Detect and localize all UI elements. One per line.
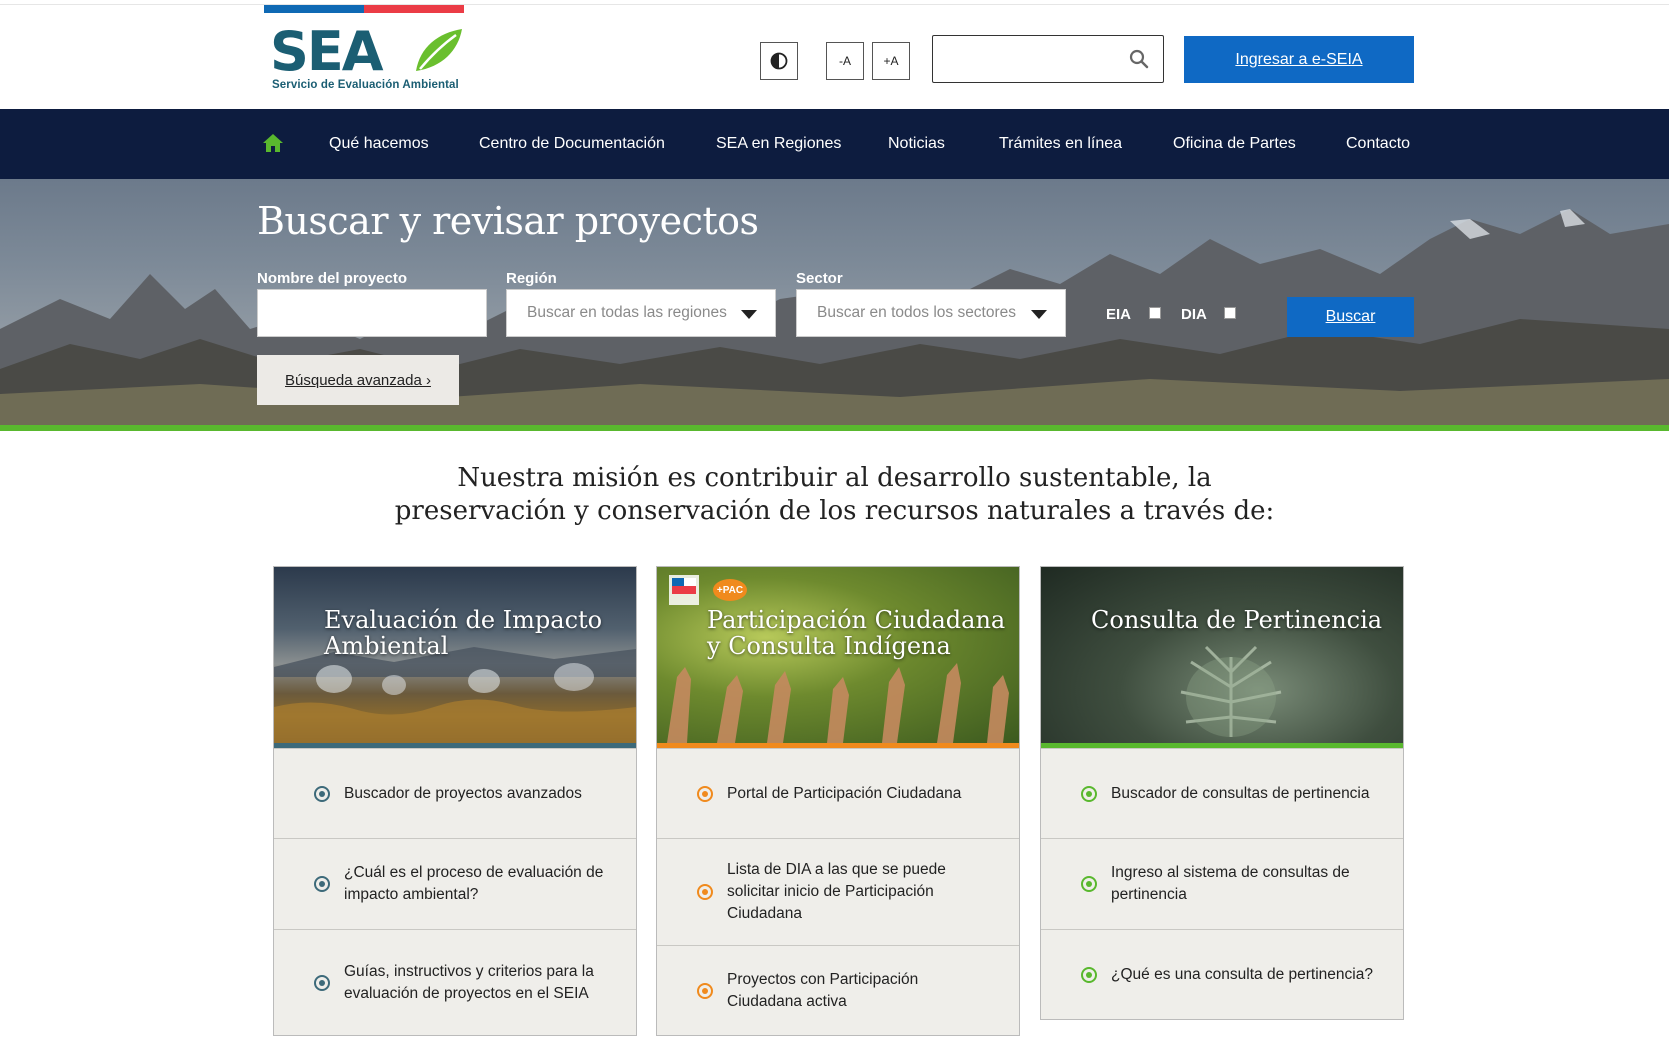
card-link-label: Guías, instructivos y criterios para la … [344,962,594,1002]
nav-item-contacto[interactable]: Contacto [1346,109,1410,179]
mission-line-1: Nuestra misión es contribuir al desarrol… [457,463,1212,493]
card-link[interactable]: ¿Cuál es el proceso de evaluación de imp… [274,838,636,929]
flag-stripe [264,5,464,13]
contrast-icon [770,52,788,70]
nav-item-que-hacemos[interactable]: Qué hacemos [329,109,429,179]
ingresar-eseia-button[interactable]: Ingresar a e-SEIA [1184,36,1414,83]
project-name-input[interactable] [257,289,487,337]
card-link[interactable]: Portal de Participación Ciudadana [657,748,1019,838]
card-title: Evaluación de Impacto Ambiental [324,606,603,660]
circle-bullet-icon [697,982,713,999]
project-search-hero: Buscar y revisar proyectos Nombre del pr… [0,179,1669,425]
card-link-label: ¿Cuál es el proceso de evaluación de imp… [344,864,604,903]
card-link[interactable]: Proyectos con Participación Ciudadana ac… [657,945,1019,1035]
circle-bullet-icon [1081,966,1097,983]
nav-item-oficina-partes[interactable]: Oficina de Partes [1173,109,1296,179]
card-link-label: Proyectos con Participación Ciudadana ac… [727,970,919,1010]
dia-label: DIA [1181,306,1207,323]
eia-label: EIA [1106,306,1132,323]
card-link[interactable]: ¿Qué es una consulta de pertinencia? [1041,929,1403,1019]
logo-wordmark: SEA [270,20,384,83]
region-select[interactable]: Buscar en todas las regiones [506,289,776,337]
nav-item-centro-documentacion[interactable]: Centro de Documentación [479,109,665,179]
circle-bullet-icon [314,876,330,892]
nav-item-sea-regiones[interactable]: SEA en Regiones [716,109,841,179]
advanced-search-button[interactable]: Búsqueda avanzada › [257,355,459,405]
font-increase-button[interactable]: +A [872,42,910,80]
chevron-down-icon [1031,310,1047,319]
card-link-label: Lista de DIA a las que se puede solicita… [727,861,946,922]
region-label: Región [506,270,557,287]
region-select-value: Buscar en todas las regiones [527,304,727,321]
card-link[interactable]: Buscador de consultas de pertinencia [1041,748,1403,838]
card-link-label: Buscador de consultas de pertinencia [1111,784,1370,802]
chevron-down-icon [741,310,757,319]
site-header: SEA Servicio de Evaluación Ambiental -A … [0,0,1669,109]
circle-bullet-icon [314,974,330,991]
circle-bullet-icon [1081,876,1097,892]
top-divider [0,4,1669,5]
card-link[interactable]: Guías, instructivos y criterios para la … [274,929,636,1035]
card-evaluacion-impacto: Evaluación de Impacto Ambiental Buscador… [273,566,637,1036]
card-image-evaluacion[interactable]: Evaluación de Impacto Ambiental [274,567,636,743]
nav-item-noticias[interactable]: Noticias [888,109,945,179]
search-submit-button[interactable]: Buscar [1287,297,1414,337]
card-image-pertinencia[interactable]: Consulta de Pertinencia [1041,567,1403,743]
mission-line-2: preservación y conservación de los recur… [394,496,1275,526]
sector-label: Sector [796,270,843,287]
card-link[interactable]: Buscador de proyectos avanzados [274,748,636,838]
font-decrease-button[interactable]: -A [826,42,864,80]
sea-logo[interactable]: SEA Servicio de Evaluación Ambiental [264,5,464,101]
circle-bullet-icon [697,884,713,900]
card-link[interactable]: Ingreso al sistema de consultas de perti… [1041,838,1403,929]
leaf-icon [416,29,462,71]
card-image-participacion[interactable]: +PAC Participación Ciudadana y Consulta … [657,567,1019,743]
circle-bullet-icon [1081,785,1097,802]
circle-bullet-icon [697,785,713,802]
card-link-label: Ingreso al sistema de consultas de perti… [1111,864,1350,903]
main-nav: Qué hacemos Centro de Documentación SEA … [0,109,1669,179]
hero-divider [0,425,1669,431]
mission-statement: Nuestra misión es contribuir al desarrol… [300,462,1369,528]
card-title: Consulta de Pertinencia [1091,606,1383,634]
card-link-label: ¿Qué es una consulta de pertinencia? [1111,965,1373,983]
card-title: Participación Ciudadana y Consulta Indíg… [707,606,1006,660]
pac-badge: +PAC [713,579,747,601]
card-link-label: Buscador de proyectos avanzados [344,784,582,802]
project-name-label: Nombre del proyecto [257,270,408,287]
site-search-input[interactable] [933,36,1113,82]
home-icon[interactable] [262,133,284,153]
dia-checkbox[interactable] [1224,307,1236,319]
circle-bullet-icon [314,785,330,802]
sector-select[interactable]: Buscar en todos los sectores [796,289,1066,337]
card-pertinencia: Consulta de Pertinencia Buscador de cons… [1040,566,1404,1020]
card-link-label: Portal de Participación Ciudadana [727,784,962,802]
search-title: Buscar y revisar proyectos [257,199,759,243]
sector-select-value: Buscar en todos los sectores [817,304,1017,321]
contrast-toggle-button[interactable] [760,42,798,80]
logo-subtitle: Servicio de Evaluación Ambiental [272,79,459,91]
search-icon[interactable] [1129,49,1149,69]
site-search [932,35,1164,83]
card-participacion: +PAC Participación Ciudadana y Consulta … [656,566,1020,1036]
nav-item-tramites[interactable]: Trámites en línea [999,109,1122,179]
eia-checkbox[interactable] [1149,307,1161,319]
card-link[interactable]: Lista de DIA a las que se puede solicita… [657,838,1019,945]
araucaria-branch-image [1180,645,1282,737]
